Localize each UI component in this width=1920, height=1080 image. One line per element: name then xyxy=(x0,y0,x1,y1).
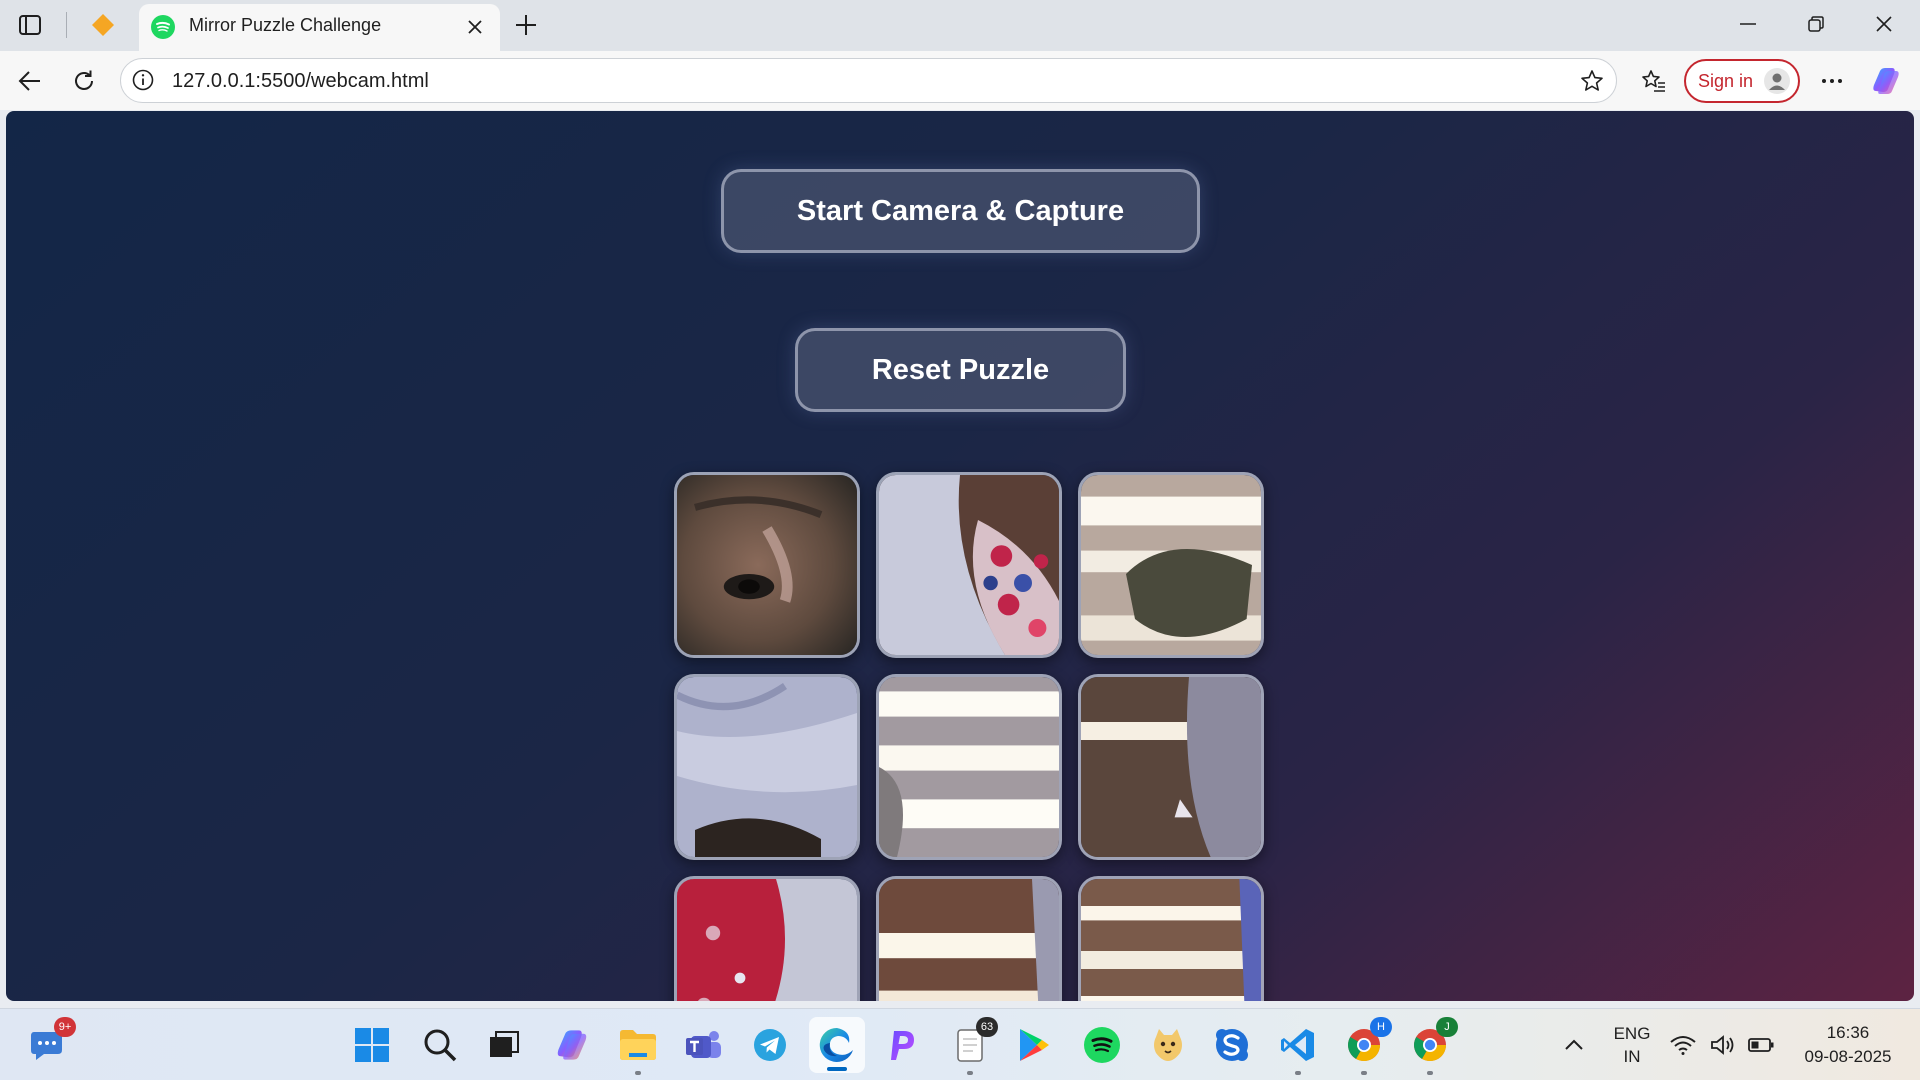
chrome-profile-j-badge: J xyxy=(1436,1017,1458,1037)
active-tab[interactable]: Mirror Puzzle Challenge xyxy=(139,4,500,51)
clock-date[interactable]: 09-08-2025 xyxy=(1790,1047,1906,1067)
puzzle-tile[interactable] xyxy=(674,472,860,658)
show-hidden-icons-chevron-icon[interactable] xyxy=(1552,1023,1596,1067)
chrome-profile-h-icon[interactable]: H xyxy=(1342,1017,1392,1075)
back-arrow-icon xyxy=(18,71,40,91)
chrome-profile-j-icon[interactable]: J xyxy=(1408,1017,1458,1075)
running-indicator xyxy=(967,1071,973,1075)
more-options-button[interactable] xyxy=(1812,61,1852,101)
battery-icon[interactable] xyxy=(1746,1023,1776,1067)
tab-actions-icon[interactable] xyxy=(14,10,46,40)
page-content: Start Camera & Capture Reset Puzzle xyxy=(6,111,1914,1001)
ellipsis-icon xyxy=(1822,79,1842,83)
pinned-tab[interactable] xyxy=(86,8,120,42)
tab-strip: Mirror Puzzle Challenge xyxy=(0,0,1920,51)
active-indicator xyxy=(827,1067,847,1071)
diamond-icon xyxy=(92,14,114,36)
puzzle-tile[interactable] xyxy=(876,876,1062,1001)
copilot-icon xyxy=(1873,68,1899,94)
puzzle-tile[interactable] xyxy=(1078,876,1264,1001)
back-button[interactable] xyxy=(10,61,50,101)
close-window-button[interactable] xyxy=(1850,0,1918,48)
favorites-button[interactable] xyxy=(1634,61,1674,101)
spotify-favicon-icon xyxy=(151,15,175,39)
new-tab-button[interactable] xyxy=(509,8,543,42)
sign-in-button[interactable]: Sign in xyxy=(1684,59,1800,103)
teams-icon[interactable] xyxy=(682,1023,726,1067)
google-play-icon[interactable] xyxy=(1012,1023,1056,1067)
browser-toolbar: 127.0.0.1:5500/webcam.html Sign in xyxy=(0,51,1920,110)
edge-browser-icon[interactable] xyxy=(815,1023,859,1067)
copilot-taskbar-icon[interactable] xyxy=(550,1023,594,1067)
puzzle-tile[interactable] xyxy=(1078,472,1264,658)
site-info-icon[interactable] xyxy=(131,68,155,92)
wifi-icon[interactable] xyxy=(1668,1023,1698,1067)
tab-separator xyxy=(66,12,67,38)
puzzle-tile[interactable] xyxy=(1078,674,1264,860)
running-indicator xyxy=(635,1071,641,1075)
start-windows-icon[interactable] xyxy=(350,1023,394,1067)
skype-s-icon[interactable] xyxy=(1210,1023,1254,1067)
spotify-icon[interactable] xyxy=(1080,1023,1124,1067)
tab-title: Mirror Puzzle Challenge xyxy=(189,15,382,35)
file-explorer-icon[interactable] xyxy=(616,1023,660,1075)
volume-icon[interactable] xyxy=(1708,1023,1738,1067)
refresh-button[interactable] xyxy=(64,61,104,101)
chat-badge: 9+ xyxy=(54,1017,76,1037)
puzzle-tile[interactable] xyxy=(674,876,860,1001)
address-bar[interactable]: 127.0.0.1:5500/webcam.html xyxy=(120,58,1617,103)
taskbar: 9+ 63 H J ENG IN 16:36 09-08-2025 xyxy=(0,1008,1920,1080)
task-view-icon[interactable] xyxy=(482,1023,526,1067)
plus-icon xyxy=(516,15,536,35)
puzzle-tile[interactable] xyxy=(876,674,1062,860)
copilot-button[interactable] xyxy=(1866,61,1906,101)
address-url[interactable]: 127.0.0.1:5500/webcam.html xyxy=(172,70,429,93)
telegram-icon[interactable] xyxy=(748,1023,792,1067)
running-indicator xyxy=(1361,1071,1367,1075)
profile-avatar-icon xyxy=(1764,68,1790,94)
reset-puzzle-button[interactable]: Reset Puzzle xyxy=(795,328,1126,412)
running-indicator xyxy=(1427,1071,1433,1075)
puzzle-tile[interactable] xyxy=(876,472,1062,658)
sign-in-label: Sign in xyxy=(1698,71,1754,91)
close-tab-icon[interactable] xyxy=(461,13,489,41)
puzzle-tile[interactable] xyxy=(674,674,860,860)
puzzle-board xyxy=(668,472,1268,1001)
cat-app-icon[interactable] xyxy=(1146,1023,1190,1067)
search-icon[interactable] xyxy=(418,1023,462,1067)
vscode-icon[interactable] xyxy=(1276,1023,1320,1075)
favorites-list-icon xyxy=(1642,70,1665,92)
clock-time[interactable]: 16:36 xyxy=(1790,1023,1906,1043)
start-camera-button[interactable]: Start Camera & Capture xyxy=(721,169,1200,253)
pycharm-p-icon[interactable] xyxy=(880,1023,924,1067)
running-indicator xyxy=(1295,1071,1301,1075)
notepad-badge: 63 xyxy=(976,1017,998,1037)
minimize-button[interactable] xyxy=(1714,0,1782,48)
language-indicator-line2[interactable]: IN xyxy=(1612,1047,1652,1067)
restore-button[interactable] xyxy=(1782,0,1850,48)
refresh-icon xyxy=(75,70,93,90)
notepad-icon[interactable]: 63 xyxy=(948,1017,998,1075)
chrome-profile-h-badge: H xyxy=(1370,1017,1392,1037)
language-indicator-line1[interactable]: ENG xyxy=(1612,1024,1652,1044)
chat-app-icon[interactable]: 9+ xyxy=(26,1017,76,1067)
favorite-star-icon[interactable] xyxy=(1576,65,1608,97)
